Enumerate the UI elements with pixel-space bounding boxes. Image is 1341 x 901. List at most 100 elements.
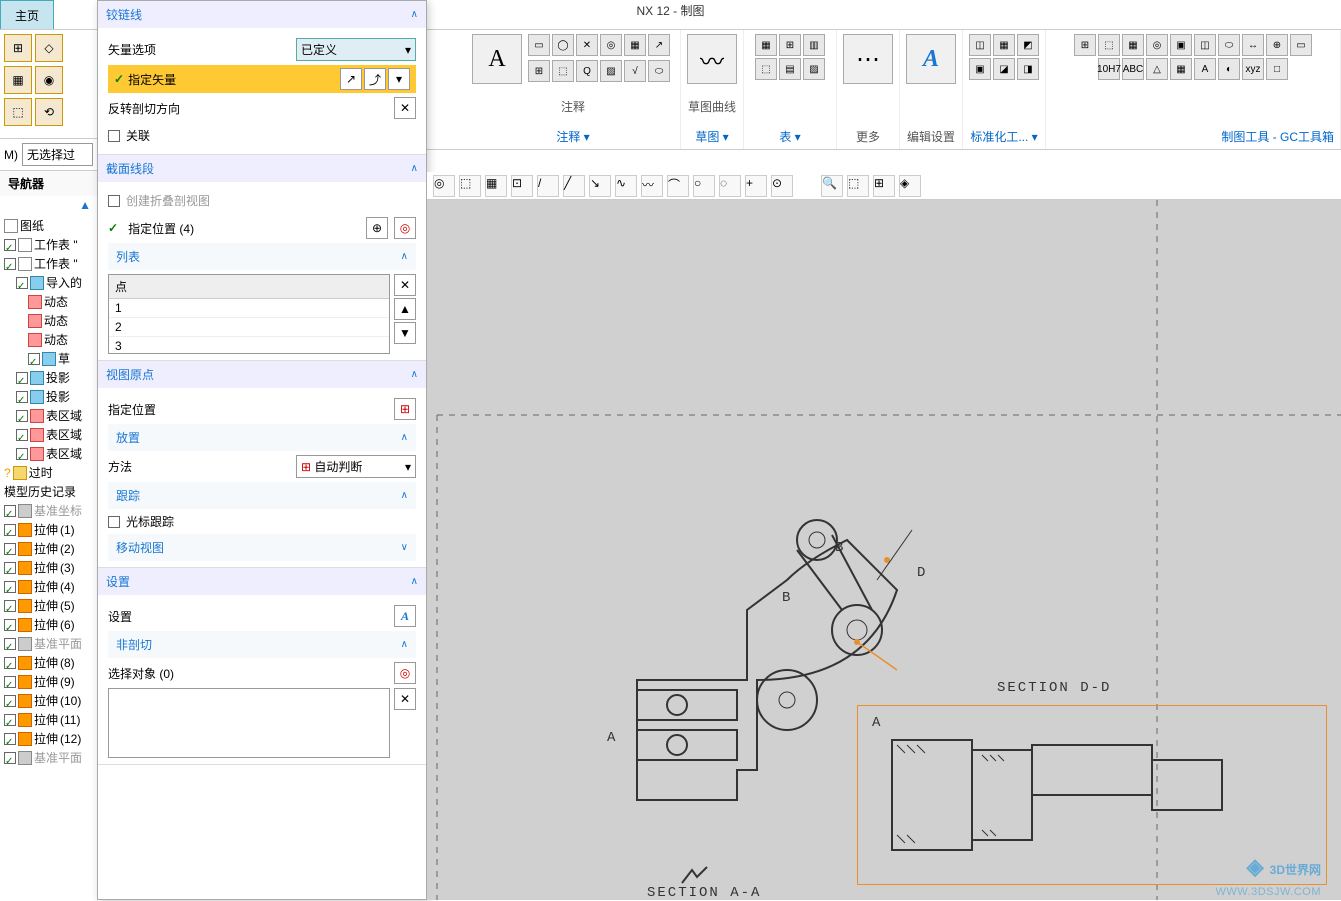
ribbon-icon[interactable]: ✕ — [576, 34, 598, 56]
tree-sketch[interactable]: 草 — [4, 349, 93, 368]
tree-datum-plane-2[interactable]: 基准平面 — [4, 748, 93, 767]
specify-vector-row[interactable]: ✓ 指定矢量 ↗ ⤴ ▾ — [108, 65, 416, 93]
tree-sheet-2[interactable]: 工作表 " — [4, 254, 93, 273]
toolbar-btn-4[interactable]: ◉ — [35, 66, 63, 94]
ribbon-icon[interactable]: ▣ — [1170, 34, 1192, 56]
cv-btn[interactable]: ⌒ — [667, 175, 689, 197]
specify-origin-btn[interactable]: ⊞ — [394, 398, 416, 420]
list-item-1[interactable]: 1 — [109, 299, 389, 318]
ribbon-icon[interactable]: ◫ — [969, 34, 991, 56]
vector-flip-icon[interactable]: ⤴ — [364, 68, 386, 90]
ribbon-icon[interactable]: ▦ — [1122, 34, 1144, 56]
tree-proj-2[interactable]: 投影 — [4, 387, 93, 406]
vector-pick-icon[interactable]: ↗ — [340, 68, 362, 90]
tree-ext-8[interactable]: 拉伸 (8) — [4, 653, 93, 672]
ribbon-icon[interactable]: ↗ — [648, 34, 670, 56]
toolbar-btn-6[interactable]: ⟲ — [35, 98, 63, 126]
move-view-header[interactable]: 移动视图∨ — [108, 534, 416, 561]
cv-btn[interactable]: ○ — [693, 175, 715, 197]
cv-btn[interactable]: ∿ — [615, 175, 637, 197]
list-item-3[interactable]: 3 — [109, 337, 389, 354]
ribbon-icon[interactable]: xyz — [1242, 58, 1264, 80]
tree-outdated[interactable]: ?过时 — [4, 463, 93, 482]
specify-pos-pick[interactable]: ◎ — [394, 217, 416, 239]
edit-settings-button[interactable]: A — [906, 34, 956, 84]
ribbon-icon[interactable]: ⬚ — [755, 58, 777, 80]
tree-history[interactable]: 模型历史记录 — [4, 482, 93, 501]
ribbon-icon[interactable]: ⊕ — [1266, 34, 1288, 56]
cv-btn[interactable]: ⊞ — [873, 175, 895, 197]
ribbon-icon[interactable]: ◐ — [1218, 58, 1240, 80]
list-up-button[interactable]: ▲ — [394, 298, 416, 320]
tree-ext-10[interactable]: 拉伸 (10) — [4, 691, 93, 710]
cv-btn[interactable]: 〰 — [641, 175, 663, 197]
cv-btn[interactable]: / — [537, 175, 559, 197]
ribbon-icon[interactable]: ▨ — [600, 60, 622, 82]
non-cut-list[interactable] — [108, 688, 390, 758]
ribbon-icon[interactable]: ▦ — [1170, 58, 1192, 80]
track-header[interactable]: 跟踪∧ — [108, 482, 416, 509]
tree-dynamic-3[interactable]: 动态 — [4, 330, 93, 349]
ribbon-icon[interactable]: ⬭ — [648, 60, 670, 82]
select-obj-btn[interactable]: ◎ — [394, 662, 416, 684]
toolbar-btn-1[interactable]: ⊞ — [4, 34, 32, 62]
vector-dd-icon[interactable]: ▾ — [388, 68, 410, 90]
ribbon-icon[interactable]: ⊞ — [779, 34, 801, 56]
cv-btn[interactable]: ▦ — [485, 175, 507, 197]
tree-sheet-1[interactable]: 工作表 " — [4, 235, 93, 254]
cv-btn[interactable]: ╱ — [563, 175, 585, 197]
note-big-button[interactable]: A — [472, 34, 522, 84]
method-dropdown[interactable]: ⊞ 自动判断▾ — [296, 455, 416, 478]
ribbon-icon[interactable]: ▤ — [779, 58, 801, 80]
cv-btn[interactable]: + — [745, 175, 767, 197]
note-group-label[interactable]: 注释 ▾ — [556, 128, 589, 145]
ribbon-icon[interactable]: ⊞ — [528, 60, 550, 82]
tree-proj-1[interactable]: 投影 — [4, 368, 93, 387]
toolbar-btn-2[interactable]: ◇ — [35, 34, 63, 62]
cv-btn[interactable]: ⬚ — [459, 175, 481, 197]
list-item-2[interactable]: 2 — [109, 318, 389, 337]
ribbon-icon[interactable]: ▨ — [803, 58, 825, 80]
ribbon-icon[interactable]: △ — [1146, 58, 1168, 80]
cv-btn[interactable]: ⊙ — [771, 175, 793, 197]
toolbar-btn-3[interactable]: ▦ — [4, 66, 32, 94]
tree-ext-5[interactable]: 拉伸 (5) — [4, 596, 93, 615]
ribbon-icon[interactable]: ⊞ — [1074, 34, 1096, 56]
ribbon-icon[interactable]: ◯ — [552, 34, 574, 56]
cv-btn[interactable]: 🔍 — [821, 175, 843, 197]
tree-region-3[interactable]: 表区域 — [4, 444, 93, 463]
ribbon-icon[interactable]: ◩ — [1017, 34, 1039, 56]
tree-region-2[interactable]: 表区域 — [4, 425, 93, 444]
collapse-icon[interactable]: ▲ — [79, 198, 91, 212]
list-header[interactable]: 列表∧ — [108, 243, 416, 270]
reverse-cut-button[interactable]: ✕ — [394, 97, 416, 119]
cv-btn[interactable]: ⬚ — [847, 175, 869, 197]
toolbar-btn-5[interactable]: ⬚ — [4, 98, 32, 126]
tree-ext-9[interactable]: 拉伸 (9) — [4, 672, 93, 691]
ribbon-icon[interactable]: ▦ — [624, 34, 646, 56]
assoc-checkbox[interactable] — [108, 130, 120, 142]
ribbon-icon[interactable]: ▥ — [803, 34, 825, 56]
ribbon-icon[interactable]: √ — [624, 60, 646, 82]
cursor-track-checkbox[interactable] — [108, 516, 120, 528]
ribbon-icon[interactable]: A — [1194, 58, 1216, 80]
settings-header[interactable]: 设置∧ — [98, 568, 426, 595]
list-down-button[interactable]: ▼ — [394, 322, 416, 344]
tree-dynamic-1[interactable]: 动态 — [4, 292, 93, 311]
more-button[interactable]: ⋯ — [843, 34, 893, 84]
ribbon-icon[interactable]: ▦ — [993, 34, 1015, 56]
tree-ext-12[interactable]: 拉伸 (12) — [4, 729, 93, 748]
tree-datum-plane[interactable]: 基准平面 — [4, 634, 93, 653]
drafting-tools-label[interactable]: 制图工具 - GC工具箱 — [1221, 128, 1334, 145]
ribbon-icon[interactable]: ↔ — [1242, 34, 1264, 56]
tree-imported[interactable]: 导入的 — [4, 273, 93, 292]
sketch-curve-button[interactable]: 〰 — [687, 34, 737, 84]
ribbon-icon[interactable]: ◫ — [1194, 34, 1216, 56]
filter-select[interactable]: 无选择过 — [22, 143, 93, 166]
tree-region-1[interactable]: 表区域 — [4, 406, 93, 425]
cv-btn[interactable]: ↘ — [589, 175, 611, 197]
non-cut-delete[interactable]: ✕ — [394, 688, 416, 710]
ribbon-icon[interactable]: Q — [576, 60, 598, 82]
create-fold-checkbox[interactable] — [108, 195, 120, 207]
ribbon-icon[interactable]: 10H7 — [1098, 58, 1120, 80]
